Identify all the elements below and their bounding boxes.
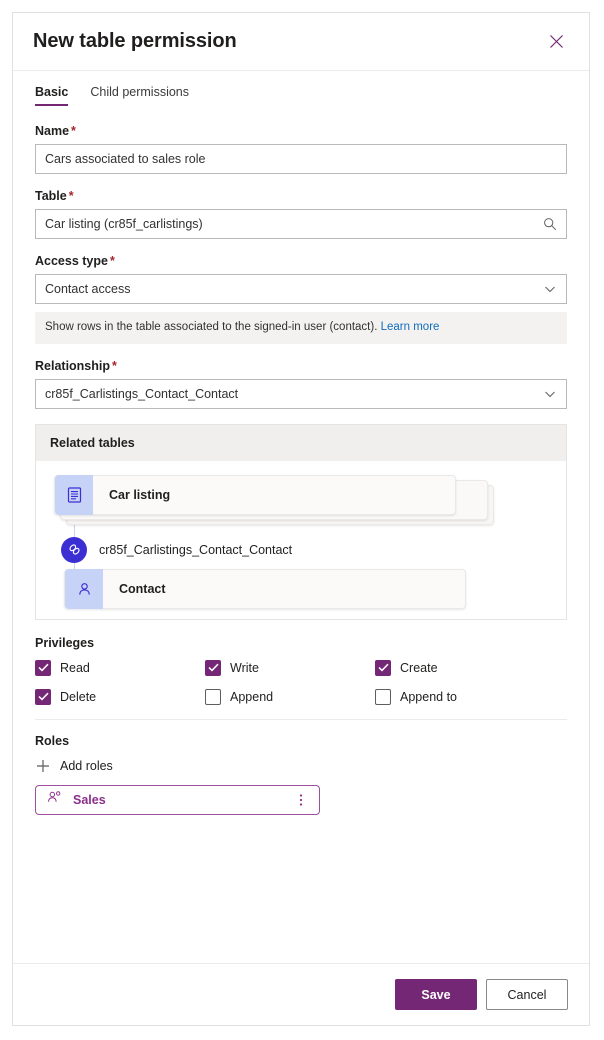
new-table-permission-dialog: New table permission Basic Child permiss…: [12, 12, 590, 1026]
related-tables-diagram: Car listing cr85f_Carlistings_Contact_Co…: [36, 461, 566, 619]
privilege-delete[interactable]: Delete: [35, 688, 205, 705]
checkbox-delete[interactable]: [35, 688, 51, 705]
access-type-info-text: Show rows in the table associated to the…: [45, 321, 378, 333]
dialog-header: New table permission: [13, 13, 589, 71]
name-input[interactable]: [35, 144, 567, 174]
source-node-card[interactable]: Car listing: [54, 474, 456, 515]
plus-icon: [35, 758, 51, 774]
page-title: New table permission: [33, 30, 237, 52]
name-label: Name *: [35, 124, 567, 138]
related-tables-card: Related tables Car listing cr85f_Carlist…: [35, 423, 567, 620]
field-access-type: Access type* Show rows in the table asso…: [35, 254, 567, 344]
privilege-create-label: Create: [400, 660, 438, 675]
chevron-down-icon[interactable]: [541, 379, 559, 409]
role-item-sales[interactable]: Sales: [35, 784, 320, 815]
link-icon: [61, 536, 87, 563]
dialog-footer: Save Cancel: [13, 963, 589, 1025]
dialog-body: Name* Table* Access type*: [13, 106, 589, 963]
more-vertical-icon[interactable]: [293, 792, 309, 808]
relationship-label-text: Relationship: [35, 358, 111, 373]
privilege-append-to[interactable]: Append to: [375, 688, 545, 705]
access-type-required-marker: *: [109, 254, 115, 268]
name-required-marker: *: [71, 124, 76, 138]
checkbox-read[interactable]: [35, 659, 51, 676]
privilege-write[interactable]: Write: [205, 659, 375, 676]
related-tables-header: Related tables: [36, 424, 566, 461]
privileges-divider: [35, 718, 567, 720]
source-node-label: Car listing: [109, 487, 171, 502]
name-label-text: Name: [35, 124, 70, 138]
relationship-node-label: cr85f_Carlistings_Contact_Contact: [99, 542, 293, 557]
target-node-card[interactable]: Contact: [64, 568, 466, 609]
save-button[interactable]: Save: [395, 979, 477, 1010]
privilege-write-label: Write: [230, 660, 259, 675]
add-roles-button[interactable]: Add roles: [35, 758, 113, 774]
learn-more-link[interactable]: Learn more: [381, 321, 440, 333]
close-icon: [549, 34, 564, 49]
privilege-delete-label: Delete: [60, 689, 97, 704]
relationship-required-marker: *: [112, 358, 117, 373]
diagram-target-node[interactable]: Contact: [64, 568, 466, 609]
access-type-select-wrap: [35, 274, 567, 304]
people-icon: [47, 790, 63, 809]
privilege-append-label: Append: [230, 689, 274, 704]
access-type-label-text: Access type: [35, 254, 108, 268]
search-icon[interactable]: [541, 209, 559, 239]
source-node-stack: Car listing: [54, 474, 496, 525]
privilege-append-to-label: Append to: [400, 689, 457, 704]
table-label: Table *: [35, 189, 567, 203]
diagram-source-node[interactable]: Car listing: [54, 474, 496, 525]
access-type-info: Show rows in the table associated to the…: [35, 312, 567, 344]
table-icon: [55, 474, 93, 515]
roles-label: Roles: [35, 733, 70, 748]
table-required-marker: *: [68, 189, 74, 203]
table-input[interactable]: [35, 209, 567, 239]
role-name: Sales: [73, 792, 106, 807]
target-node-label: Contact: [119, 581, 166, 596]
field-relationship: Relationship *: [35, 359, 567, 409]
chevron-down-icon[interactable]: [541, 274, 559, 304]
privileges-grid: Read Write Create Delete Append Append t…: [35, 659, 567, 705]
relationship-select-wrap: [35, 378, 567, 409]
relationship-select[interactable]: [35, 378, 567, 409]
access-type-label: Access type *: [35, 254, 567, 268]
table-label-text: Table: [35, 189, 67, 203]
field-name: Name *: [35, 124, 567, 174]
table-input-wrap: [35, 209, 567, 239]
person-icon: [65, 568, 103, 609]
tab-list: Basic Child permissions: [13, 71, 589, 106]
checkbox-append-to[interactable]: [375, 688, 391, 705]
close-button[interactable]: [541, 27, 571, 57]
add-roles-label: Add roles: [60, 758, 113, 773]
tab-basic[interactable]: Basic: [35, 85, 69, 106]
tab-child-permissions[interactable]: Child permissions: [90, 85, 189, 106]
diagram-relationship-node[interactable]: cr85f_Carlistings_Contact_Contact: [61, 536, 293, 563]
cancel-button[interactable]: Cancel: [486, 979, 568, 1010]
access-type-select[interactable]: [35, 274, 567, 304]
checkbox-write[interactable]: [205, 659, 221, 676]
privilege-read-label: Read: [60, 660, 90, 675]
privilege-append[interactable]: Append: [205, 688, 375, 705]
relationship-label: Relationship *: [35, 359, 567, 373]
checkbox-append[interactable]: [205, 688, 221, 705]
privileges-label: Privileges: [35, 635, 95, 650]
privilege-create[interactable]: Create: [375, 659, 545, 676]
field-table: Table *: [35, 189, 567, 239]
checkbox-create[interactable]: [375, 659, 391, 676]
privilege-read[interactable]: Read: [35, 659, 205, 676]
